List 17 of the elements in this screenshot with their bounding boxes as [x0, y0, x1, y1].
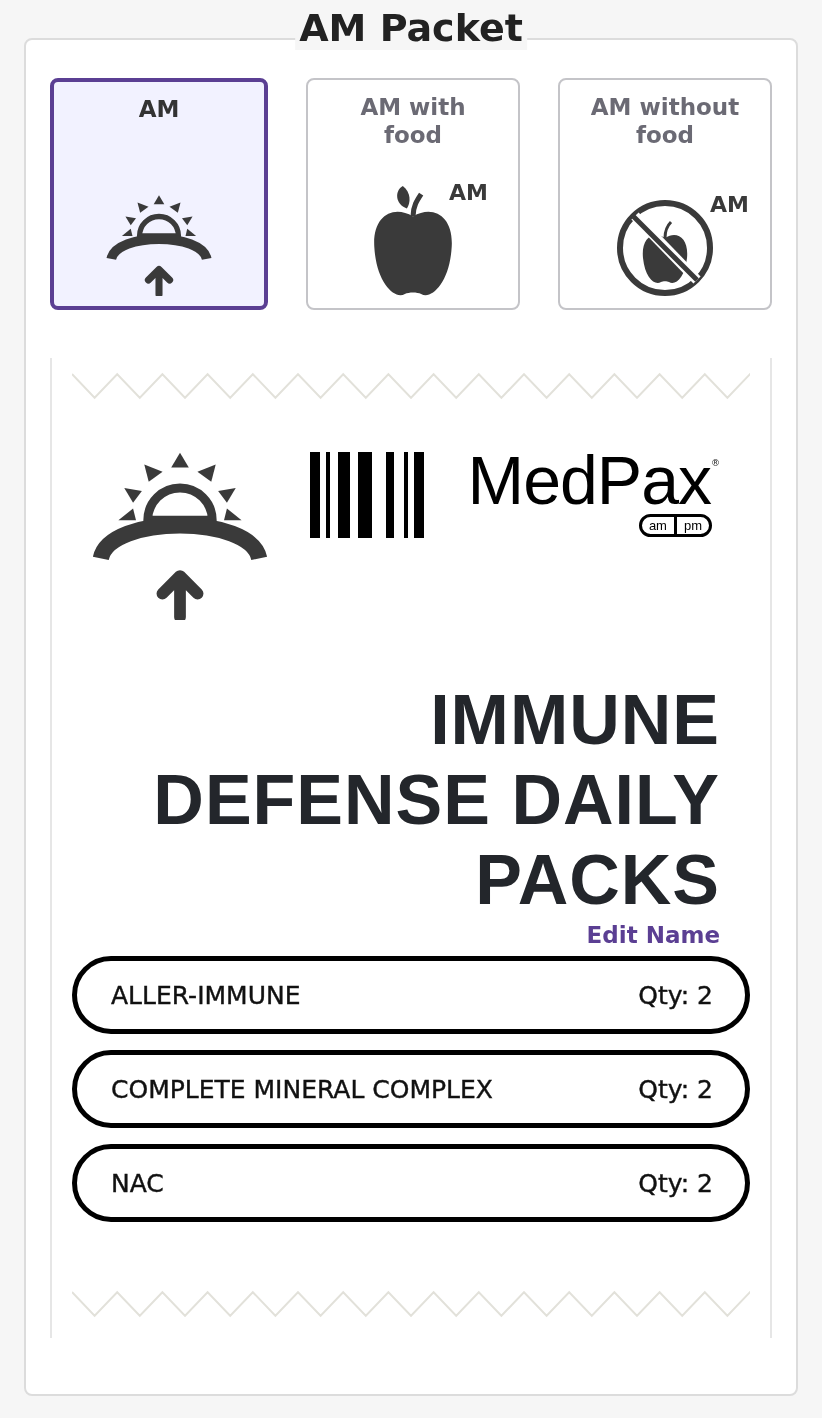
packet-option[interactable]: AM — [50, 78, 268, 310]
icon-label: AM — [710, 192, 749, 217]
packet-option[interactable]: AM with food AM — [306, 78, 520, 310]
supplement-quantity: Qty: 2 — [638, 1168, 713, 1198]
supplement-name: COMPLETE MINERAL COMPLEX — [111, 1074, 493, 1104]
supplement-quantity: Qty: 2 — [638, 980, 713, 1010]
supplement-name: NAC — [111, 1168, 164, 1198]
pill-logo: am pm — [638, 514, 712, 537]
barcode-icon — [309, 452, 426, 538]
icon-label: AM — [449, 180, 488, 205]
brand-logo-text: MedPax — [467, 446, 711, 514]
pack-name: IMMUNE DEFENSE DAILY PACKS — [152, 680, 720, 920]
supplement-name: ALLER-IMMUNE — [111, 980, 301, 1010]
supplement-quantity: Qty: 2 — [638, 1074, 713, 1104]
packet-option[interactable]: AM without food AM — [558, 78, 772, 310]
registered-mark: ® — [711, 458, 720, 468]
edit-name-link[interactable]: Edit Name — [586, 922, 720, 948]
